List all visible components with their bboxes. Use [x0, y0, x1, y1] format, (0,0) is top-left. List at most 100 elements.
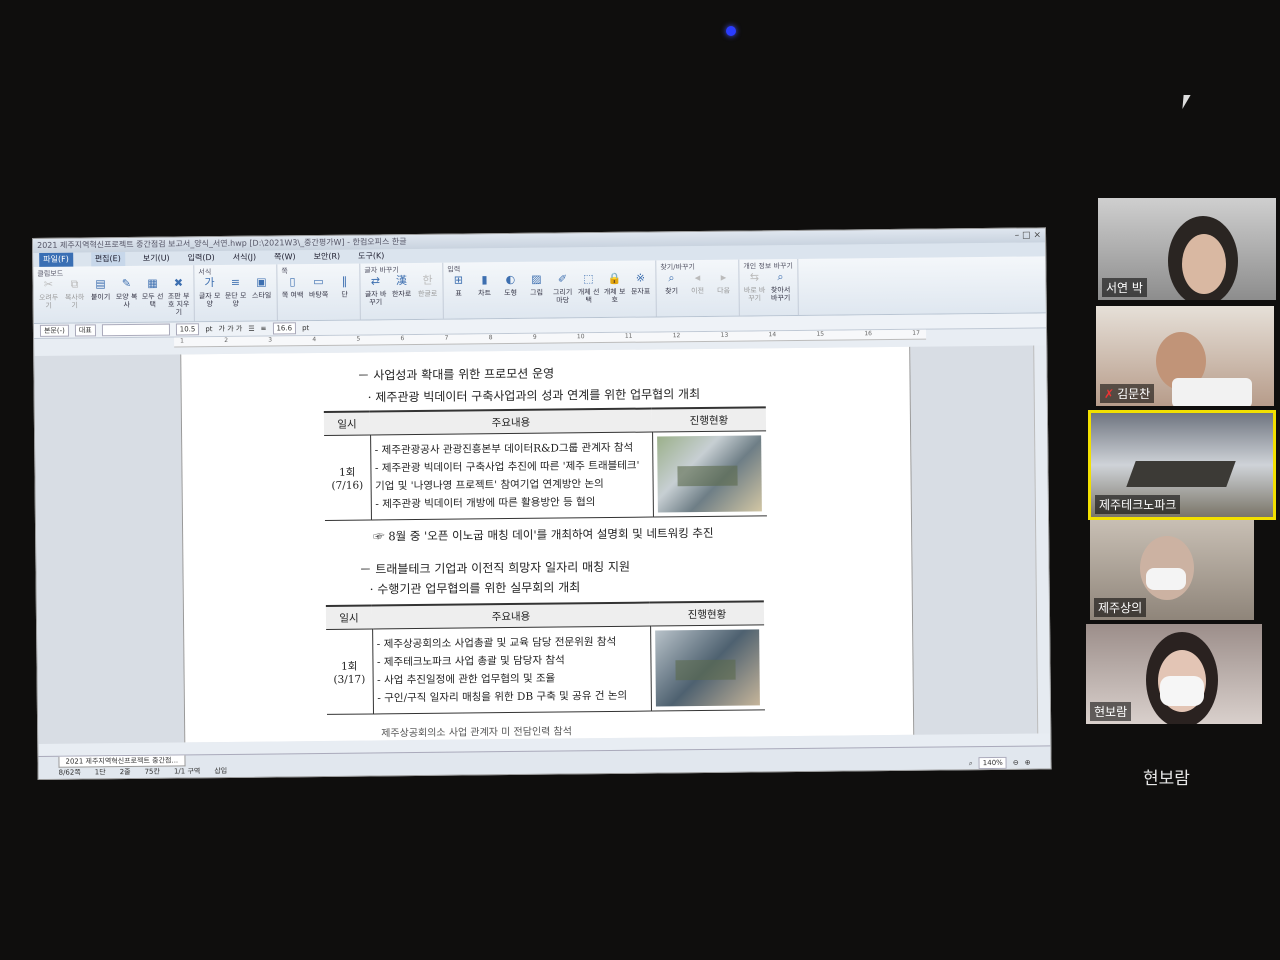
header-status: 진행현황	[651, 407, 767, 433]
header-content: 주요내용	[369, 408, 653, 435]
zoom-out-icon[interactable]: ⊖	[1013, 759, 1019, 767]
participant-tile[interactable]: 현보람	[1086, 624, 1262, 724]
zoom-control[interactable]: ⌕ 140% ⊖ ⊕	[969, 756, 1031, 770]
drawing-button[interactable]: ✐ 그리기마당	[551, 272, 573, 304]
to-hangul-button[interactable]: 한 한글로	[416, 274, 438, 306]
column-button[interactable]: ‖ 단	[333, 275, 355, 299]
insert-mode[interactable]: 삽입	[214, 766, 227, 776]
format-painter-button[interactable]: ✎ 모양 복사	[115, 276, 138, 317]
close-button[interactable]: ×	[1033, 230, 1041, 240]
to-hanja-button[interactable]: 漢 한자로	[390, 274, 412, 306]
status-bar: 2021 제주지역혁신프로젝트 중간점... 8/62쪽 1단 2줄 75칸 1…	[38, 745, 1051, 779]
document-page[interactable]: － 사업성과 확대를 위한 프로모션 운영 · 제주관광 빅데이터 구축사업과의…	[180, 346, 915, 743]
participant-tile[interactable]: ✗ 김문찬	[1096, 306, 1274, 406]
active-speaker-name: 현보람	[1143, 769, 1190, 789]
brush-icon: ✎	[121, 276, 132, 291]
ribbon-toolbar: 클립보드 ✂ 오려두기 ⧉ 복사하기 ▤ 붙이기 ✎ 모양 복사 ▦ 모두 선택 ✖ 조판 …	[33, 256, 1046, 324]
picture-button[interactable]: ▨ 그림	[525, 273, 547, 305]
page-indicator: 8/62쪽	[58, 768, 81, 777]
para-shape-button[interactable]: ≡ 문단 모양	[224, 276, 247, 308]
chart-button[interactable]: ▮ 차트	[473, 273, 495, 305]
camera-indicator	[726, 26, 736, 36]
menu-file[interactable]: 파일(F)	[39, 252, 73, 267]
menu-view[interactable]: 보기(U)	[143, 252, 170, 266]
copy-icon: ⧉	[70, 277, 79, 291]
participant-tile-active[interactable]: 제주테크노파크	[1088, 410, 1276, 520]
page-icon: ▯	[289, 275, 296, 289]
shared-screen-window[interactable]: 2021 제주지역혁신프로젝트 중간점검 보고서_양식_서연.hwp [D:\2…	[32, 227, 1052, 780]
prev-arrow-icon: ◂	[694, 271, 701, 285]
menu-insert[interactable]: 입력(D)	[188, 251, 215, 265]
font-select[interactable]	[101, 323, 170, 337]
find-next-button[interactable]: ▸ 다음	[712, 271, 734, 295]
align-center-icon[interactable]: ≡	[261, 325, 267, 333]
paste-button[interactable]: ▤ 붙이기	[89, 277, 111, 317]
table-row: 1회 (7/16) - 제주관광공사 관광진흥본부 데이터R&D그룹 관계자 참…	[324, 430, 767, 521]
zoom-icon[interactable]: ⌕	[969, 759, 973, 768]
cut-button[interactable]: ✂ 오려두기	[37, 278, 59, 318]
scissors-icon: ✂	[43, 277, 54, 291]
bold-italic-buttons[interactable]: 가 가 가	[218, 324, 242, 334]
document-area[interactable]: － 사업성과 확대를 위한 프로모션 운영 · 제주관광 빅데이터 구축사업과의…	[34, 345, 1039, 744]
style-button[interactable]: ▣ 스타일	[250, 275, 272, 307]
lock-icon: 🔒	[607, 271, 622, 285]
binoculars-icon: ⌕	[668, 271, 675, 285]
font-size-input[interactable]: 10.5	[175, 323, 200, 336]
col-indicator: 75칸	[144, 767, 160, 776]
style-select[interactable]: 본문(-)	[39, 324, 69, 337]
shape-icon: ◐	[505, 272, 516, 287]
minimize-button[interactable]: –	[1015, 231, 1020, 241]
object-protect-button[interactable]: 🔒 개체 보호	[603, 271, 626, 304]
line-spacing-input[interactable]: 16.6	[272, 322, 297, 335]
find-prev-button[interactable]: ◂ 이전	[686, 271, 708, 295]
line-indicator: 2줄	[119, 767, 131, 777]
date-cell: 1회 (3/17)	[326, 628, 374, 715]
quick-replace-button[interactable]: ⇆ 바로 바꾸기	[743, 270, 766, 302]
select-all-button[interactable]: ▦ 모두 선택	[141, 277, 164, 317]
cut-off-line: 제주상공회의소 사업 관계자 미 전담인력 참석	[381, 726, 572, 740]
menu-security[interactable]: 보안(R)	[314, 250, 341, 264]
drawing-icon: ✐	[557, 272, 568, 286]
header-date: 일시	[325, 605, 373, 630]
participant-tile[interactable]: 제주상의	[1090, 520, 1254, 620]
menu-tools[interactable]: 도구(K)	[358, 249, 384, 263]
find-replace-button[interactable]: ⌕ 찾아서 바꾸기	[769, 270, 791, 302]
shape-button[interactable]: ◐ 도형	[499, 273, 521, 305]
find-replace-icon: ⌕	[777, 270, 784, 284]
participant-tile[interactable]: 서연 박	[1098, 198, 1276, 300]
symbol-button[interactable]: ※ 문자표	[629, 272, 651, 304]
copy-button[interactable]: ⧉ 복사하기	[63, 277, 85, 317]
replace-icon: ⇆	[749, 270, 760, 284]
content-cell: - 제주관광공사 관광진흥본부 데이터R&D그룹 관계자 참석 - 제주관광 빅…	[370, 432, 653, 520]
char-convert-button[interactable]: ⇄ 글자 바꾸기	[364, 274, 387, 306]
table-row: 1회 (3/17) - 제주상공회의소 사업총괄 및 교육 담당 전문위원 참석…	[326, 624, 765, 715]
header-status: 진행현황	[649, 601, 765, 627]
heading-job-matching: － 트래블테크 기업과 이전직 희망자 일자리 매칭 지원	[359, 559, 631, 577]
clear-format-button[interactable]: ✖ 조판 부호 지우기	[167, 276, 190, 316]
meeting-table-1: 일시 주요내용 진행현황 1회 (7/16) - 제주관광공사 관광진흥본부 데…	[323, 406, 767, 521]
mouse-pointer-icon	[1182, 95, 1191, 109]
find-button[interactable]: ⌕ 찾기	[660, 271, 682, 295]
table-button[interactable]: ⊞ 표	[447, 273, 469, 305]
participant-video	[1182, 234, 1226, 294]
char-shape-button[interactable]: 가 글자 모양	[198, 276, 221, 308]
object-select-button[interactable]: ⬚ 개체 선택	[577, 272, 600, 304]
bullet-working-meeting: · 수행기관 업무협의를 위한 실무회의 개최	[369, 580, 581, 597]
align-left-icon[interactable]: ☰	[248, 325, 254, 333]
menu-edit[interactable]: 편집(E)	[90, 252, 125, 267]
background-page-button[interactable]: ▭ 바탕쪽	[307, 275, 329, 299]
page-margin-button[interactable]: ▯ 쪽 여백	[281, 275, 304, 299]
window-controls[interactable]: – □ ×	[1015, 228, 1041, 242]
participant-name: 제주상의	[1094, 598, 1147, 617]
maximize-button[interactable]: □	[1022, 231, 1031, 241]
language-select[interactable]: 대표	[74, 324, 96, 337]
status-photo-cell	[650, 624, 765, 712]
menu-page[interactable]: 쪽(W)	[274, 250, 296, 264]
zoom-level[interactable]: 140%	[978, 756, 1007, 770]
zoom-in-icon[interactable]: ⊕	[1025, 759, 1031, 767]
status-photo-cell	[652, 430, 767, 518]
vertical-scrollbar[interactable]	[1033, 345, 1051, 734]
list-item: - 제주관광 빅데이터 개방에 따른 활용방안 등 협의	[375, 496, 596, 511]
menu-format[interactable]: 서식(J)	[233, 251, 256, 265]
chart-icon: ▮	[481, 273, 488, 287]
